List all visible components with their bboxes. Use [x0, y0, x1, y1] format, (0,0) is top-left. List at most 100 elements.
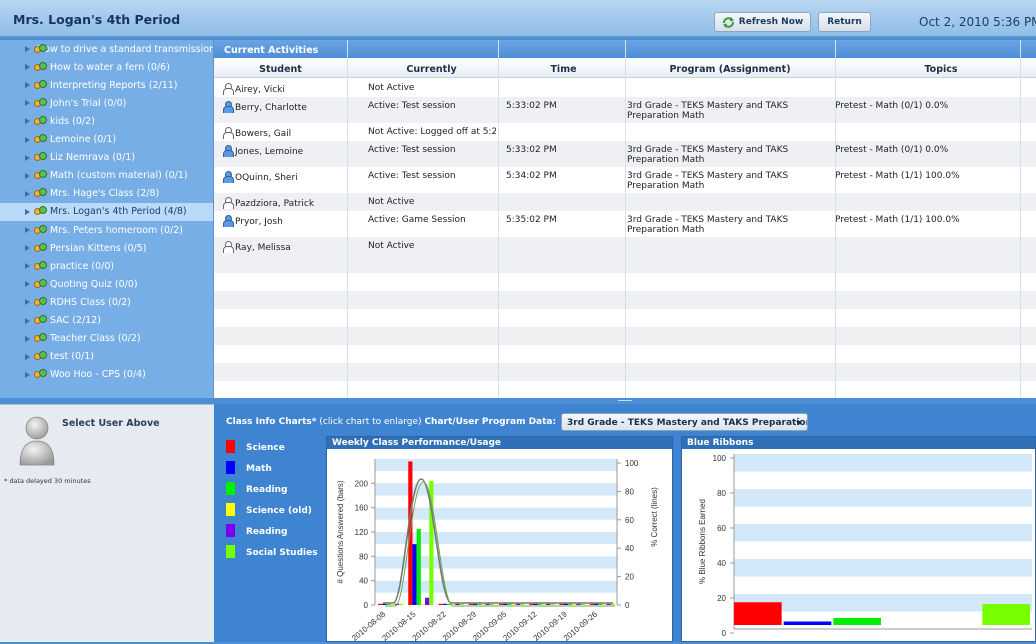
bar-science-old-[interactable]: [420, 603, 426, 605]
tree-item[interactable]: John's Trial (0/0): [0, 94, 213, 112]
tree-item-label: Mrs. Logan's 4th Period (4/8): [50, 206, 187, 218]
bar-math[interactable]: [563, 603, 568, 605]
tree-item[interactable]: practice (0/0): [0, 257, 213, 275]
bar-math[interactable]: [503, 603, 508, 605]
bar-math[interactable]: [412, 544, 417, 605]
expand-arrow-icon[interactable]: [25, 317, 30, 324]
tree-item[interactable]: kids (0/2): [0, 112, 213, 130]
bar-reading[interactable]: [485, 603, 490, 605]
col-currently[interactable]: Currently: [365, 64, 498, 75]
bar-reading[interactable]: [515, 603, 520, 605]
tree-item[interactable]: Interpreting Reports (2/11): [0, 76, 213, 94]
expand-arrow-icon[interactable]: [25, 82, 30, 89]
bar-math[interactable]: [472, 603, 478, 605]
program-select[interactable]: 3rd Grade - TEKS Mastery and TAKS Prepar…: [561, 413, 808, 431]
bar-reading[interactable]: [455, 603, 460, 605]
bar-social-studies[interactable]: [489, 603, 494, 605]
weekly-performance-chart[interactable]: Weekly Class Performance/Usage 0 40 80 120 1…: [326, 436, 673, 643]
currently-cell: Not Active: [368, 83, 415, 93]
expand-arrow-icon[interactable]: [25, 64, 30, 71]
bar-math[interactable]: [442, 603, 447, 605]
col-program[interactable]: Program (Assignment): [625, 64, 835, 75]
bar-social-studies[interactable]: [399, 603, 404, 605]
expand-arrow-icon[interactable]: [25, 136, 30, 143]
tree-item[interactable]: RDHS Class (0/2): [0, 293, 213, 311]
col-topics[interactable]: Topics: [835, 64, 1036, 75]
expand-arrow-icon[interactable]: [25, 263, 30, 270]
ribbon-bar-social-studies[interactable]: [982, 604, 1030, 625]
expand-arrow-icon[interactable]: [25, 154, 30, 161]
bar-social-studies[interactable]: [580, 603, 585, 605]
tree-item[interactable]: How to drive a standard transmission: [0, 40, 213, 58]
bar-reading[interactable]: [425, 597, 430, 605]
tree-item[interactable]: Math (custom material) (0/1): [0, 167, 213, 185]
weekly-chart-title: Weekly Class Performance/Usage: [327, 437, 672, 449]
expand-arrow-icon[interactable]: [25, 299, 30, 306]
bar-science[interactable]: [438, 603, 443, 605]
bar-social-studies[interactable]: [459, 603, 464, 605]
bar-science-old-[interactable]: [541, 603, 547, 605]
expand-arrow-icon[interactable]: [25, 46, 30, 52]
expand-arrow-icon[interactable]: [25, 281, 30, 288]
bar-science-old-[interactable]: [602, 603, 607, 605]
bar-reading[interactable]: [477, 603, 482, 605]
tree-item[interactable]: Persian Kittens (0/5): [0, 239, 213, 257]
tree-item[interactable]: test (0/1): [0, 348, 213, 366]
col-time[interactable]: Time: [503, 64, 624, 75]
bar-social-studies[interactable]: [520, 603, 525, 605]
col-student[interactable]: Student: [214, 64, 347, 75]
tree-item[interactable]: How to water a fern (0/6): [0, 58, 213, 76]
expand-arrow-icon[interactable]: [25, 118, 30, 125]
bar-social-studies[interactable]: [610, 603, 615, 605]
bar-science[interactable]: [378, 603, 383, 605]
bar-reading[interactable]: [567, 603, 573, 605]
y-tick-label: 100: [713, 454, 727, 463]
bar-math[interactable]: [593, 603, 599, 605]
bar-science-old-[interactable]: [511, 603, 516, 605]
expand-arrow-icon[interactable]: [25, 190, 30, 197]
expand-arrow-icon[interactable]: [25, 208, 30, 215]
bar-science-old-[interactable]: [572, 603, 577, 605]
bar-science[interactable]: [468, 603, 473, 605]
expand-arrow-icon[interactable]: [25, 100, 30, 107]
bar-science-old-[interactable]: [481, 603, 486, 605]
bar-math[interactable]: [533, 603, 538, 605]
bar-science[interactable]: [589, 603, 594, 605]
bar-reading[interactable]: [598, 603, 603, 605]
tree-item[interactable]: Liz Nemrava (0/1): [0, 149, 213, 167]
bar-reading[interactable]: [606, 603, 611, 605]
refresh-now-button[interactable]: Refresh Now: [714, 12, 811, 32]
ribbon-bar-science[interactable]: [734, 602, 782, 625]
tree-item[interactable]: Woo Hoo - CPS (0/4): [0, 366, 213, 384]
tree-item[interactable]: SAC (2/12): [0, 312, 213, 330]
tree-item[interactable]: Mrs. Peters homeroom (0/2): [0, 221, 213, 239]
bar-reading[interactable]: [386, 603, 391, 605]
bar-reading[interactable]: [507, 603, 512, 605]
bar-reading[interactable]: [537, 603, 542, 605]
bar-reading[interactable]: [576, 603, 581, 605]
expand-arrow-icon[interactable]: [25, 371, 30, 378]
tree-item[interactable]: Teacher Class (0/2): [0, 330, 213, 348]
bar-reading[interactable]: [546, 603, 551, 605]
tree-item[interactable]: Mrs. Logan's 4th Period (4/8): [0, 202, 213, 221]
blue-ribbons-chart[interactable]: Blue Ribbons 0 20 40 60 80 100 % Blue Ribbons …: [681, 436, 1036, 642]
tree-item[interactable]: Mrs. Hage's Class (2/8): [0, 185, 213, 203]
expand-arrow-icon[interactable]: [25, 353, 30, 360]
bar-science-old-[interactable]: [390, 603, 395, 605]
expand-arrow-icon[interactable]: [25, 227, 30, 233]
bar-science[interactable]: [559, 603, 564, 605]
bar-reading[interactable]: [416, 528, 421, 605]
ribbon-bar-reading[interactable]: [833, 618, 881, 625]
legend-label: Math: [246, 464, 272, 474]
expand-arrow-icon[interactable]: [25, 245, 30, 252]
tree-item[interactable]: Quoting Quiz (0/0): [0, 275, 213, 293]
expand-arrow-icon[interactable]: [25, 335, 30, 342]
bar-science[interactable]: [499, 603, 504, 605]
bar-math[interactable]: [382, 603, 387, 605]
tree-item[interactable]: Lemoine (0/1): [0, 131, 213, 149]
return-button[interactable]: Return: [818, 12, 871, 32]
expand-arrow-icon[interactable]: [25, 172, 30, 179]
bar-science[interactable]: [529, 603, 534, 605]
bar-social-studies[interactable]: [550, 603, 555, 605]
ribbon-bar-math[interactable]: [783, 621, 832, 626]
